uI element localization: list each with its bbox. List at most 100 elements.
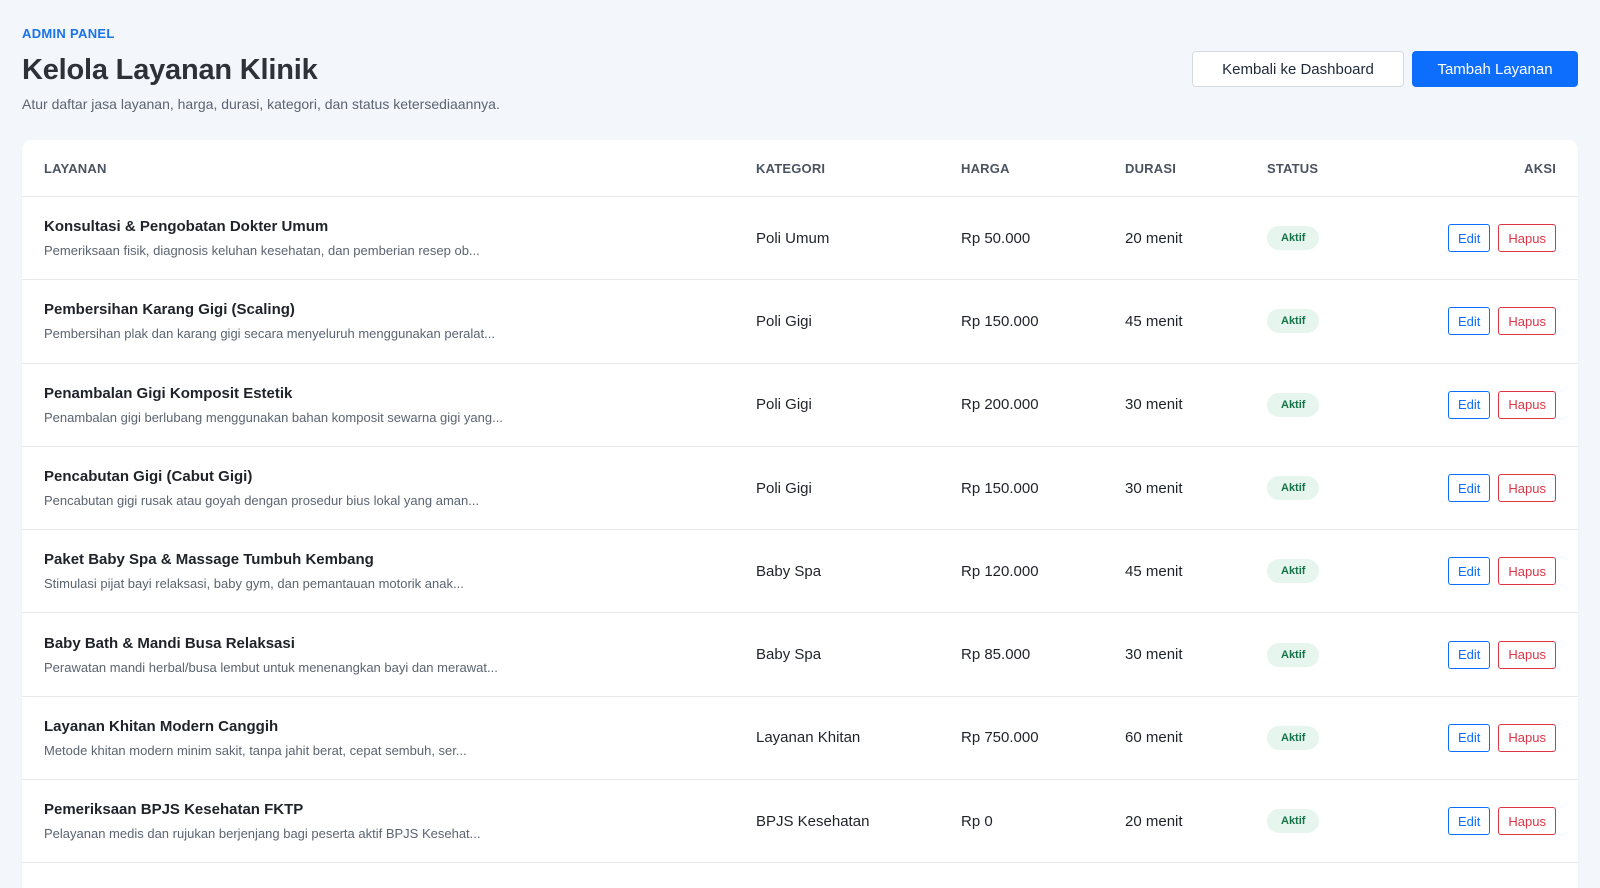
service-cell: Pembersihan Karang Gigi (Scaling) Pembers…	[44, 301, 756, 341]
status-cell: Aktif	[1267, 226, 1387, 251]
actions-cell: Edit Hapus	[1387, 557, 1556, 586]
table-row: Baby Bath & Mandi Busa Relaksasi Perawata…	[22, 613, 1578, 697]
status-cell: Aktif	[1267, 559, 1387, 584]
service-description: Metode khitan modern minim sakit, tanpa …	[44, 742, 467, 758]
status-badge: Aktif	[1267, 642, 1320, 667]
price-cell: Rp 750.000	[961, 729, 1039, 747]
status-badge: Aktif	[1267, 725, 1320, 750]
edit-button[interactable]: Edit	[1448, 557, 1491, 586]
header-actions: Kembali ke Dashboard Tambah Layanan	[1192, 51, 1578, 87]
status-cell: Aktif	[1267, 392, 1387, 417]
status-cell: Aktif	[1267, 642, 1387, 667]
delete-button[interactable]: Hapus	[1498, 307, 1556, 336]
service-cell: Baby Bath & Mandi Busa Relaksasi Perawata…	[44, 635, 756, 675]
actions-cell: Edit Hapus	[1387, 390, 1556, 419]
service-name: Layanan Khitan Modern Canggih	[44, 717, 279, 735]
category-cell: BPJS Kesehatan	[756, 812, 870, 830]
service-name: Pemeriksaan BPJS Kesehatan FKTP	[44, 801, 304, 819]
delete-button[interactable]: Hapus	[1498, 474, 1556, 503]
price-cell: Rp 85.000	[961, 646, 1031, 664]
delete-button[interactable]: Hapus	[1498, 640, 1556, 669]
table-header: LAYANAN KATEGORI HARGA DURASI STATUS AKS…	[22, 140, 1578, 197]
service-description: Stimulasi pijat bayi relaksasi, baby gym…	[44, 576, 464, 592]
price-cell: Rp 150.000	[961, 312, 1039, 330]
service-cell: Paket Baby Spa & Massage Tumbuh Kembang S…	[44, 551, 756, 591]
service-cell: Layanan Khitan Modern Canggih Metode khit…	[44, 718, 756, 758]
column-header-status: STATUS	[1267, 160, 1319, 176]
actions-cell: Edit Hapus	[1387, 307, 1556, 336]
page-subtitle: Atur daftar jasa layanan, harga, durasi,…	[22, 96, 500, 112]
table-row: Pencabutan Gigi (Cabut Gigi) Pencabutan g…	[22, 447, 1578, 531]
service-description: Perawatan mandi herbal/busa lembut untuk…	[44, 659, 498, 675]
status-cell: Aktif	[1267, 725, 1387, 750]
delete-button[interactable]: Hapus	[1498, 390, 1556, 419]
edit-button[interactable]: Edit	[1448, 807, 1491, 836]
status-badge: Aktif	[1267, 392, 1320, 417]
status-cell: Aktif	[1267, 476, 1387, 501]
status-badge: Aktif	[1267, 809, 1320, 834]
table-row: Pembersihan Karang Gigi (Scaling) Pembers…	[22, 280, 1578, 364]
status-cell: Aktif	[1267, 809, 1387, 834]
status-badge: Aktif	[1267, 226, 1320, 251]
edit-button[interactable]: Edit	[1448, 224, 1491, 253]
service-cell: Penambalan Gigi Komposit Estetik Penambal…	[44, 385, 756, 425]
column-header-layanan: LAYANAN	[44, 160, 107, 176]
back-to-dashboard-button[interactable]: Kembali ke Dashboard	[1192, 51, 1404, 87]
page-title: Kelola Layanan Klinik	[22, 54, 318, 86]
edit-button[interactable]: Edit	[1448, 723, 1491, 752]
actions-cell: Edit Hapus	[1387, 224, 1556, 253]
edit-button[interactable]: Edit	[1448, 474, 1491, 503]
service-description: Pencabutan gigi rusak atau goyah dengan …	[44, 493, 480, 509]
table-row: Penambalan Gigi Komposit Estetik Penambal…	[22, 364, 1578, 447]
delete-button[interactable]: Hapus	[1498, 723, 1556, 752]
duration-cell: 20 menit	[1125, 812, 1183, 830]
duration-cell: 30 menit	[1125, 646, 1183, 664]
status-badge: Aktif	[1267, 559, 1320, 584]
category-cell: Poli Gigi	[756, 312, 812, 330]
service-cell: Pencabutan Gigi (Cabut Gigi) Pencabutan g…	[44, 468, 756, 508]
price-cell: Rp 150.000	[961, 479, 1039, 497]
service-name: Pencabutan Gigi (Cabut Gigi)	[44, 468, 253, 486]
actions-cell: Edit Hapus	[1387, 807, 1556, 836]
service-name: Penambalan Gigi Komposit Estetik	[44, 384, 293, 402]
edit-button[interactable]: Edit	[1448, 640, 1491, 669]
price-cell: Rp 200.000	[961, 396, 1039, 414]
actions-cell: Edit Hapus	[1387, 474, 1556, 503]
column-header-kategori: KATEGORI	[756, 160, 826, 176]
category-cell: Poli Gigi	[756, 396, 812, 414]
price-cell: Rp 50.000	[961, 229, 1031, 247]
edit-button[interactable]: Edit	[1448, 307, 1491, 336]
add-service-button[interactable]: Tambah Layanan	[1412, 51, 1578, 87]
category-cell: Poli Umum	[756, 229, 830, 247]
duration-cell: 60 menit	[1125, 729, 1183, 747]
status-cell: Aktif	[1267, 309, 1387, 334]
delete-button[interactable]: Hapus	[1498, 807, 1556, 836]
category-cell: Layanan Khitan	[756, 729, 861, 747]
table-row: Konsultasi & Pengobatan Dokter Umum Pemer…	[22, 197, 1578, 281]
duration-cell: 45 menit	[1125, 312, 1183, 330]
services-table-card: LAYANAN KATEGORI HARGA DURASI STATUS AKS…	[22, 140, 1578, 888]
category-cell: Baby Spa	[756, 646, 822, 664]
service-cell: Pemeriksaan BPJS Kesehatan FKTP Pelayanan…	[44, 801, 756, 841]
table-row: Layanan Khitan Modern Canggih Metode khit…	[22, 697, 1578, 781]
delete-button[interactable]: Hapus	[1498, 224, 1556, 253]
status-badge: Aktif	[1267, 309, 1320, 334]
service-description: Pelayanan medis dan rujukan berjenjang b…	[44, 826, 481, 842]
status-badge: Aktif	[1267, 476, 1320, 501]
duration-cell: 30 menit	[1125, 479, 1183, 497]
duration-cell: 20 menit	[1125, 229, 1183, 247]
service-description: Pembersihan plak dan karang gigi secara …	[44, 326, 495, 342]
service-name: Konsultasi & Pengobatan Dokter Umum	[44, 218, 329, 236]
column-header-harga: HARGA	[961, 160, 1010, 176]
delete-button[interactable]: Hapus	[1498, 557, 1556, 586]
service-name: Baby Bath & Mandi Busa Relaksasi	[44, 634, 295, 652]
category-cell: Poli Gigi	[756, 479, 812, 497]
category-cell: Baby Spa	[756, 562, 822, 580]
table-row: Pemeriksaan BPJS Kesehatan FKTP Pelayanan…	[22, 780, 1578, 864]
edit-button[interactable]: Edit	[1448, 390, 1491, 419]
column-header-durasi: DURASI	[1125, 160, 1177, 176]
page: ADMIN PANEL Kelola Layanan Klinik Atur d…	[0, 0, 1600, 888]
duration-cell: 45 menit	[1125, 562, 1183, 580]
column-header-aksi: AKSI	[1524, 160, 1556, 176]
table-row: Paket Baby Spa & Massage Tumbuh Kembang S…	[22, 530, 1578, 614]
